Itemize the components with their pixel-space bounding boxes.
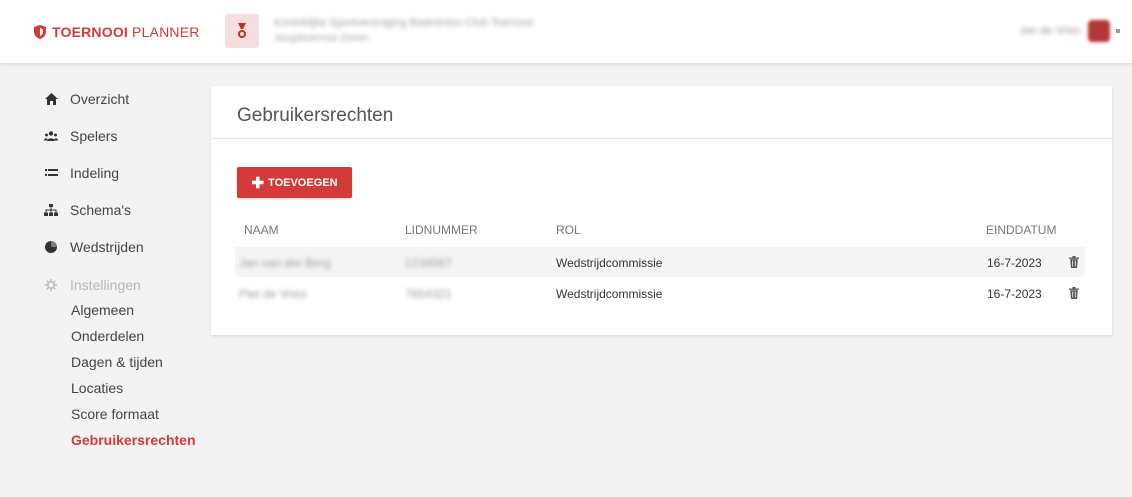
cell-rol: Wedstrijdcommissie bbox=[556, 256, 663, 270]
add-button[interactable]: ✚ TOEVOEGEN bbox=[237, 167, 352, 198]
column-header-naam: NAAM bbox=[244, 223, 279, 237]
medal-icon bbox=[238, 23, 246, 38]
trash-icon[interactable] bbox=[1069, 256, 1079, 268]
gear-icon bbox=[44, 278, 58, 292]
sidebar-subitem-locaties[interactable]: Locaties bbox=[71, 380, 123, 396]
table-row[interactable]: Jan van der Berg 1234567 Wedstrijdcommis… bbox=[235, 247, 1085, 277]
cell-rol: Wedstrijdcommissie bbox=[556, 287, 663, 301]
column-header-einddatum: EINDDATUM bbox=[986, 223, 1057, 237]
cell-lidnummer: 1234567 bbox=[405, 256, 452, 270]
sitemap-icon bbox=[44, 203, 58, 217]
list-icon bbox=[44, 166, 58, 180]
table-row[interactable]: Piet de Vries 7654321 Wedstrijdcommissie… bbox=[235, 278, 1085, 308]
brand-name-light: PLANNER bbox=[132, 24, 200, 40]
add-button-label: TOEVOEGEN bbox=[268, 176, 338, 189]
column-header-lidnummer: LIDNUMMER bbox=[405, 223, 478, 237]
top-bar: TOERNOOI PLANNER Koninklijke Sportvereni… bbox=[0, 0, 1132, 64]
sidebar-subitem-dagen-tijden[interactable]: Dagen & tijden bbox=[71, 354, 163, 370]
sidebar-item-instellingen[interactable]: Instellingen bbox=[44, 277, 141, 293]
sidebar-item-wedstrijden[interactable]: Wedstrijden bbox=[44, 239, 144, 255]
user-menu[interactable]: Jan de Vries bbox=[1019, 20, 1120, 42]
trash-icon[interactable] bbox=[1069, 287, 1079, 299]
cell-naam: Piet de Vries bbox=[239, 287, 307, 301]
sidebar-item-spelers[interactable]: Spelers bbox=[44, 128, 117, 144]
sidebar-subitem-gebruikersrechten[interactable]: Gebruikersrechten bbox=[71, 432, 196, 448]
avatar bbox=[1088, 20, 1110, 42]
sidebar-item-label: Wedstrijden bbox=[70, 239, 144, 255]
users-icon bbox=[44, 129, 58, 143]
page-title: Gebruikersrechten bbox=[237, 105, 394, 126]
home-icon bbox=[44, 92, 58, 106]
cell-einddatum: 16-7-2023 bbox=[987, 256, 1042, 270]
shield-icon bbox=[34, 25, 46, 39]
divider bbox=[211, 138, 1112, 139]
sidebar-item-label: Indeling bbox=[70, 165, 120, 181]
cell-einddatum: 16-7-2023 bbox=[987, 287, 1042, 301]
plus-icon: ✚ bbox=[251, 174, 265, 192]
sidebar-item-overzicht[interactable]: Overzicht bbox=[44, 91, 129, 107]
column-header-rol: ROL bbox=[556, 223, 581, 237]
cell-lidnummer: 7654321 bbox=[405, 287, 452, 301]
menu-caret-icon bbox=[1116, 29, 1120, 33]
sidebar-item-label: Instellingen bbox=[70, 277, 141, 293]
sidebar-subitem-algemeen[interactable]: Algemeen bbox=[71, 302, 134, 318]
user-name: Jan de Vries bbox=[1019, 25, 1080, 37]
pie-icon bbox=[44, 240, 58, 254]
cell-naam: Jan van der Berg bbox=[239, 256, 331, 270]
sidebar-item-schemas[interactable]: Schema's bbox=[44, 202, 131, 218]
permissions-card: Gebruikersrechten ✚ TOEVOEGEN NAAM LIDNU… bbox=[211, 86, 1112, 335]
sidebar-item-label: Schema's bbox=[70, 202, 132, 218]
brand-name-bold: TOERNOOI bbox=[52, 24, 129, 40]
sidebar-subitem-score-formaat[interactable]: Score formaat bbox=[71, 406, 159, 422]
sidebar-item-label: Overzicht bbox=[70, 91, 130, 107]
app-logo[interactable]: TOERNOOI PLANNER bbox=[34, 24, 200, 40]
sidebar-item-label: Spelers bbox=[70, 128, 118, 144]
sidebar-subitem-onderdelen[interactable]: Onderdelen bbox=[71, 328, 144, 344]
sidebar-item-indeling[interactable]: Indeling bbox=[44, 165, 119, 181]
organization-name: Koninklijke Sportvereniging Badminton Cl… bbox=[274, 17, 534, 44]
organization-logo bbox=[225, 14, 259, 48]
